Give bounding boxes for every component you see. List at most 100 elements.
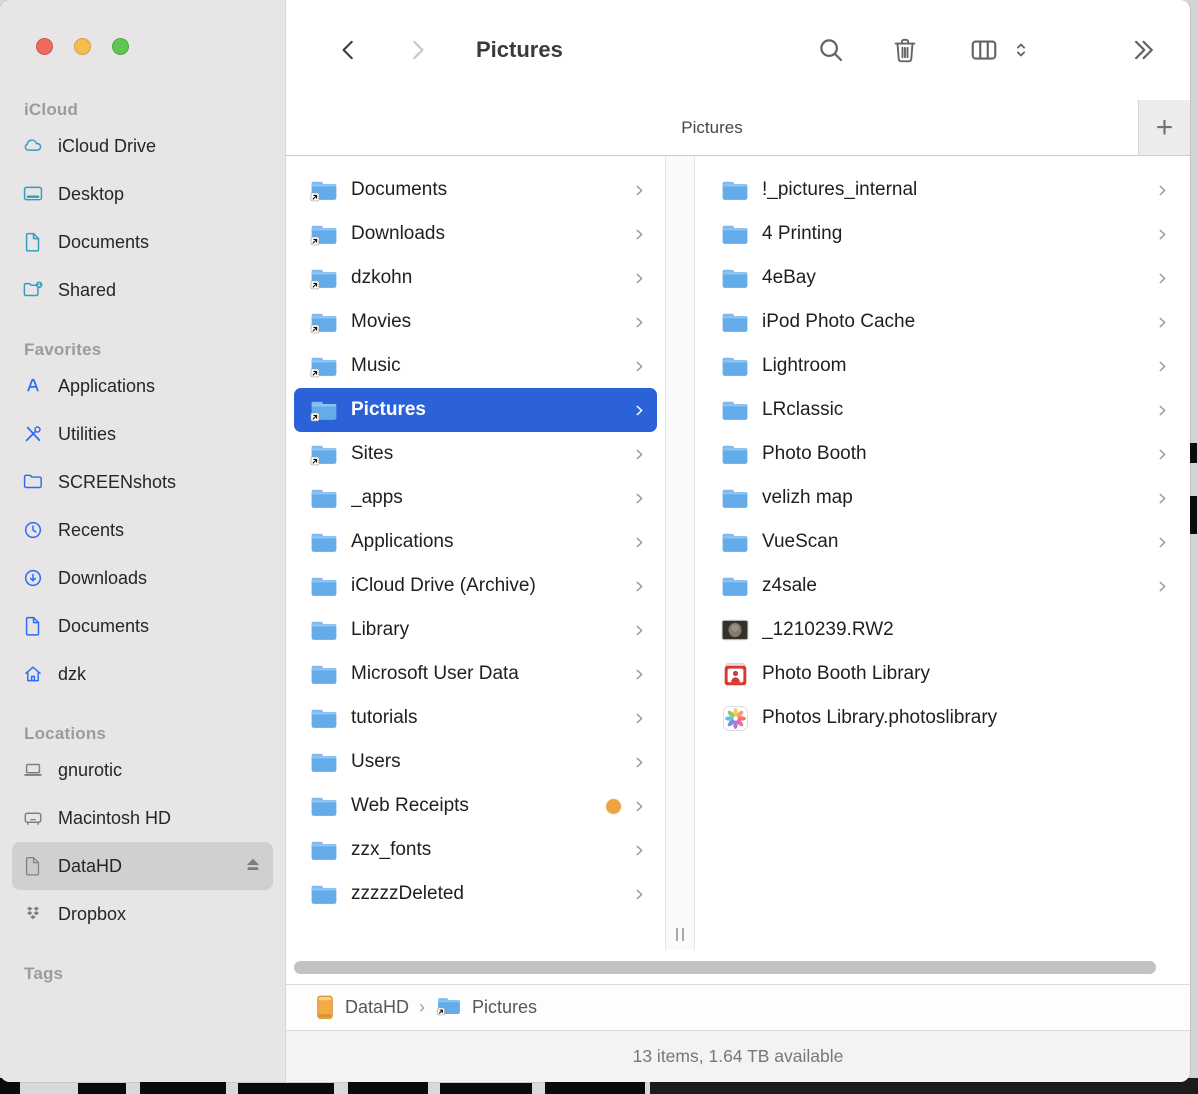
file-row-pictures[interactable]: Pictures — [294, 388, 657, 432]
file-name: Downloads — [351, 223, 445, 244]
file-row-web-receipts[interactable]: Web Receipts — [294, 784, 657, 828]
sidebar-item-recents[interactable]: Recents — [12, 506, 273, 554]
close-button[interactable] — [36, 38, 53, 55]
sidebar-item-gnurotic[interactable]: gnurotic — [12, 746, 273, 794]
folder-icon — [722, 489, 748, 508]
view-mode-button[interactable] — [968, 33, 1000, 67]
sidebar-item-shared[interactable]: Shared — [12, 266, 273, 314]
file-name: z4sale — [762, 575, 817, 596]
zoom-button[interactable] — [112, 38, 129, 55]
file-row-4-printing[interactable]: 4 Printing — [703, 212, 1180, 256]
file-row-velizh-map[interactable]: velizh map — [703, 476, 1180, 520]
sidebar-item-icloud-drive[interactable]: iCloud Drive — [12, 122, 273, 170]
file-row-music[interactable]: Music — [294, 344, 657, 388]
home-icon — [25, 666, 41, 682]
file-name: Sites — [351, 443, 394, 464]
file-row-icloud-drive-archive-[interactable]: iCloud Drive (Archive) — [294, 564, 657, 608]
tab-bar: Pictures + — [286, 100, 1190, 156]
folder-icon — [310, 883, 338, 906]
back-button[interactable] — [336, 33, 362, 67]
photo-booth-library-icon — [721, 661, 749, 688]
toolbar: Pictures — [286, 0, 1190, 100]
file-row--apps[interactable]: _apps — [294, 476, 657, 520]
file-row-photo-booth[interactable]: Photo Booth — [703, 432, 1180, 476]
file-row-users[interactable]: Users — [294, 740, 657, 784]
more-toolbar-items-button[interactable] — [1128, 33, 1158, 67]
chevron-right-small-icon — [636, 185, 643, 195]
file-row-ipod-photo-cache[interactable]: iPod Photo Cache — [703, 300, 1180, 344]
document-icon — [18, 231, 48, 253]
file-name: Applications — [351, 531, 454, 552]
sidebar-item-desktop[interactable]: Desktop — [12, 170, 273, 218]
search-button[interactable] — [816, 33, 846, 67]
sidebar-item-macintosh-hd[interactable]: Macintosh HD — [12, 794, 273, 842]
eject-icon — [247, 858, 259, 870]
eject-icon[interactable] — [241, 854, 265, 878]
file-row-dzkohn[interactable]: dzkohn — [294, 256, 657, 300]
folder-icon — [722, 357, 748, 376]
column-resize-handle[interactable] — [666, 918, 694, 950]
file-row-applications[interactable]: Applications — [294, 520, 657, 564]
sidebar-section-icloud: iCloud iCloud Drive Desktop Documents Shared — [0, 100, 285, 314]
desktop-text-fragment — [1189, 443, 1197, 463]
sidebar-item-dropbox[interactable]: Dropbox — [12, 890, 273, 938]
sidebar-item-dzk[interactable]: dzk — [12, 650, 273, 698]
folder-icon — [722, 313, 748, 332]
file-row-z4sale[interactable]: z4sale — [703, 564, 1180, 608]
file-row-movies[interactable]: Movies — [294, 300, 657, 344]
file-row-photos-library-photoslibrary[interactable]: Photos Library.photoslibrary — [703, 696, 1180, 740]
sidebar-item-utilities[interactable]: Utilities — [12, 410, 273, 458]
external-drive-icon — [314, 994, 336, 1021]
file-row--1210239-rw2[interactable]: _1210239.RW2 — [703, 608, 1180, 652]
tab-pictures[interactable]: Pictures — [286, 100, 1138, 155]
sidebar-item-screenshots[interactable]: SCREENshots — [12, 458, 273, 506]
sidebar-item-documents[interactable]: Documents — [12, 602, 273, 650]
folder-icon — [311, 533, 337, 552]
chevron-right-small-icon — [1159, 361, 1166, 371]
file-row-library[interactable]: Library — [294, 608, 657, 652]
folder-icon — [310, 531, 338, 554]
shared-folder-icon — [18, 279, 48, 301]
file-name: Pictures — [351, 399, 426, 420]
sidebar-item-applications[interactable]: Applications — [12, 362, 273, 410]
file-row-photo-booth-library[interactable]: Photo Booth Library — [703, 652, 1180, 696]
file-row-documents[interactable]: Documents — [294, 168, 657, 212]
chevron-right-icon — [632, 534, 647, 551]
sidebar-item-downloads[interactable]: Downloads — [12, 554, 273, 602]
chevron-right-icon — [1155, 402, 1170, 419]
file-row-zzx-fonts[interactable]: zzx_fonts — [294, 828, 657, 872]
file-row-sites[interactable]: Sites — [294, 432, 657, 476]
minimize-button[interactable] — [74, 38, 91, 55]
file-row--pictures-internal[interactable]: !_pictures_internal — [703, 168, 1180, 212]
file-row-downloads[interactable]: Downloads — [294, 212, 657, 256]
path-item-datahd[interactable]: DataHD — [314, 994, 409, 1021]
folder-icon — [23, 474, 42, 489]
sidebar-item-documents[interactable]: Documents — [12, 218, 273, 266]
column-divider[interactable] — [665, 156, 695, 950]
view-chooser-button[interactable] — [1010, 33, 1032, 67]
forward-button[interactable] — [404, 33, 430, 67]
trash-button[interactable] — [890, 33, 920, 67]
horizontal-scrollbar[interactable] — [286, 950, 1190, 984]
scrollbar-thumb[interactable] — [294, 960, 1156, 974]
status-bar: 13 items, 1.64 TB available — [286, 1030, 1190, 1082]
folder-alias-icon — [310, 313, 337, 333]
file-row-vuescan[interactable]: VueScan — [703, 520, 1180, 564]
chevron-right-icon — [632, 402, 647, 419]
sidebar-item-label: Shared — [58, 279, 117, 300]
column-pictures: !_pictures_internal 4 Printing 4eBay iPo… — [695, 156, 1190, 950]
chevron-right-icon — [632, 710, 647, 727]
file-row-4ebay[interactable]: 4eBay — [703, 256, 1180, 300]
file-row-lightroom[interactable]: Lightroom — [703, 344, 1180, 388]
path-item-pictures[interactable]: Pictures — [435, 994, 537, 1022]
chevron-right-small-icon — [636, 449, 643, 459]
file-row-tutorials[interactable]: tutorials — [294, 696, 657, 740]
photos-app-icon — [722, 705, 748, 731]
file-row-zzzzzdeleted[interactable]: zzzzzDeleted — [294, 872, 657, 916]
file-row-lrclassic[interactable]: LRclassic — [703, 388, 1180, 432]
folder-alias-icon — [310, 223, 338, 246]
sidebar-item-datahd[interactable]: DataHD — [12, 842, 273, 890]
laptop-icon — [24, 763, 42, 776]
new-tab-button[interactable]: + — [1138, 100, 1190, 155]
file-row-microsoft-user-data[interactable]: Microsoft User Data — [294, 652, 657, 696]
